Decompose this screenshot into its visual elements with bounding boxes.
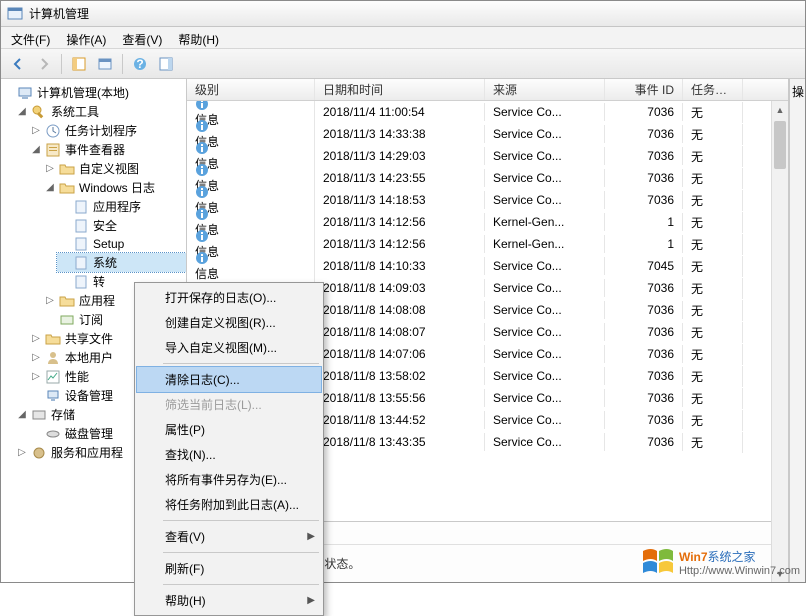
storage-icon: [31, 407, 47, 423]
performance-icon: [45, 369, 61, 385]
col-date[interactable]: 日期和时间: [315, 79, 485, 100]
menu-view[interactable]: 查看(V): [116, 29, 168, 46]
submenu-arrow-icon: ▶: [307, 531, 315, 542]
nav-back-button[interactable]: [7, 53, 29, 75]
menu-action[interactable]: 操作(A): [60, 29, 112, 46]
titlebar: 计算机管理: [1, 1, 805, 27]
tree-log-setup[interactable]: Setup: [57, 235, 186, 253]
computer-icon: [17, 85, 33, 101]
window-title: 计算机管理: [29, 5, 89, 22]
context-menu: 打开保存的日志(O)... 创建自定义视图(R)... 导入自定义视图(M)..…: [134, 282, 324, 616]
watermark-url: Http://www.Winwin7.com: [679, 565, 800, 577]
help-button[interactable]: ?: [129, 53, 151, 75]
tree-log-security[interactable]: 安全: [57, 216, 186, 235]
windows-flag-icon: [641, 547, 675, 577]
menu-find[interactable]: 查找(N)...: [137, 442, 321, 467]
watermark-brand2: 系统之家: [708, 550, 756, 564]
tree-windows-logs[interactable]: ◢Windows 日志: [43, 178, 186, 197]
shared-folder-icon: [45, 331, 61, 347]
disk-icon: [45, 426, 61, 442]
menu-refresh[interactable]: 刷新(F): [137, 556, 321, 581]
nav-forward-button[interactable]: [33, 53, 55, 75]
col-category[interactable]: 任务类别: [683, 79, 743, 100]
menu-help[interactable]: 帮助(H)▶: [137, 588, 321, 613]
tree-root[interactable]: 计算机管理(本地): [1, 83, 186, 102]
vertical-scrollbar[interactable]: ▲ ▼: [771, 101, 788, 582]
watermark: Win7系统之家 Http://www.Winwin7.com: [641, 547, 800, 577]
action-pane-button[interactable]: [155, 53, 177, 75]
tree-log-system[interactable]: 系统: [57, 253, 186, 272]
app-icon: [7, 6, 23, 22]
col-eventid[interactable]: 事件 ID: [605, 79, 683, 100]
log-icon: [73, 199, 89, 215]
folder-icon: [59, 293, 75, 309]
menu-open-saved-log[interactable]: 打开保存的日志(O)...: [137, 285, 321, 310]
log-icon: [73, 255, 89, 271]
services-icon: [31, 445, 47, 461]
subscription-icon: [59, 312, 75, 328]
log-icon: [73, 218, 89, 234]
menu-create-custom-view[interactable]: 创建自定义视图(R)...: [137, 310, 321, 335]
watermark-brand1: Win7: [679, 550, 708, 564]
tree-custom-views[interactable]: ▷自定义视图: [43, 159, 186, 178]
menu-clear-log[interactable]: 清除日志(C)...: [137, 367, 321, 392]
toolbar-separator: [61, 54, 62, 74]
event-viewer-icon: [45, 142, 61, 158]
event-row[interactable]: 信息2018/11/8 14:10:33Service Co...7045无: [187, 255, 788, 277]
menu-filter-current-log: 筛选当前日志(L)...: [137, 392, 321, 417]
scroll-up-arrow[interactable]: ▲: [772, 101, 788, 118]
submenu-arrow-icon: ▶: [307, 595, 315, 606]
clock-icon: [45, 123, 61, 139]
actions-header: 操: [790, 79, 805, 104]
menu-save-all-events-as[interactable]: 将所有事件另存为(E)...: [137, 467, 321, 492]
svg-text:?: ?: [136, 57, 143, 71]
tree-log-application[interactable]: 应用程序: [57, 197, 186, 216]
folder-icon: [59, 161, 75, 177]
log-icon: [73, 274, 89, 290]
tree-event-viewer[interactable]: ◢事件查看器: [29, 140, 186, 159]
list-header: 级别 日期和时间 来源 事件 ID 任务类别: [187, 79, 788, 101]
menu-file[interactable]: 文件(F): [5, 29, 56, 46]
properties-button[interactable]: [94, 53, 116, 75]
toolbar: ?: [1, 49, 805, 79]
menu-import-custom-view[interactable]: 导入自定义视图(M)...: [137, 335, 321, 360]
tree-system-tools[interactable]: ◢系统工具: [15, 102, 186, 121]
log-icon: [73, 236, 89, 252]
menubar: 文件(F) 操作(A) 查看(V) 帮助(H): [1, 27, 805, 49]
menu-view[interactable]: 查看(V)▶: [137, 524, 321, 549]
actions-pane: 操: [789, 79, 805, 582]
device-icon: [45, 388, 61, 404]
menu-attach-task[interactable]: 将任务附加到此日志(A)...: [137, 492, 321, 517]
show-hide-tree-button[interactable]: [68, 53, 90, 75]
menu-properties[interactable]: 属性(P): [137, 417, 321, 442]
tree-task-scheduler[interactable]: ▷任务计划程序: [29, 121, 186, 140]
menu-help[interactable]: 帮助(H): [172, 29, 225, 46]
scroll-thumb[interactable]: [774, 121, 786, 169]
col-source[interactable]: 来源: [485, 79, 605, 100]
users-icon: [45, 350, 61, 366]
wrench-icon: [31, 104, 47, 120]
col-level[interactable]: 级别: [187, 79, 315, 100]
toolbar-separator: [122, 54, 123, 74]
folder-icon: [59, 180, 75, 196]
